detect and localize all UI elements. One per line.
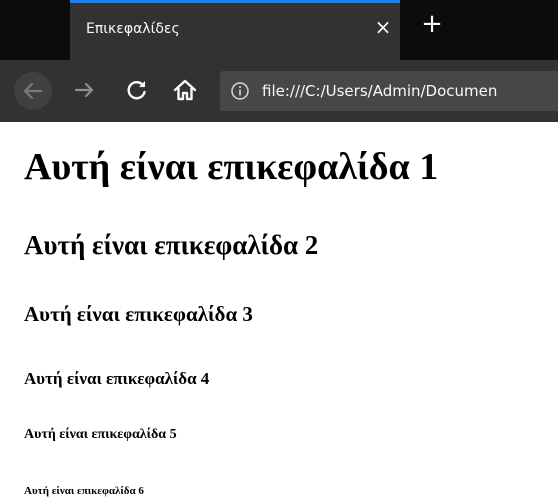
browser-window: Επικεφαλίδες × + file:///C:/Users/Admin/… [0,0,558,500]
arrow-right-icon [74,82,94,98]
forward-button[interactable] [70,75,100,105]
home-icon [173,79,197,101]
new-tab-button[interactable]: + [420,10,444,38]
tab-strip: Επικεφαλίδες × + [0,0,558,60]
page-content: Αυτή είναι επικεφαλίδα 1 Αυτή είναι επικ… [0,122,558,500]
navigation-toolbar: file:///C:/Users/Admin/Documen [0,60,558,122]
url-text[interactable]: file:///C:/Users/Admin/Documen [262,81,497,101]
heading-5: Αυτή είναι επικεφαλίδα 5 [24,427,177,442]
heading-1: Αυτή είναι επικεφαλίδα 1 [24,146,439,188]
arrow-left-icon [23,82,43,100]
tab-title: Επικεφαλίδες [86,21,180,37]
heading-4: Αυτή είναι επικεφαλίδα 4 [24,369,210,388]
info-icon[interactable] [230,81,250,101]
tab-active[interactable]: Επικεφαλίδες × [70,0,400,60]
home-button[interactable] [170,75,200,105]
heading-2: Αυτή είναι επικεφαλίδα 2 [24,230,319,260]
heading-3: Αυτή είναι επικεφαλίδα 3 [24,302,253,326]
heading-6: Αυτή είναι επικεφαλίδα 6 [24,485,144,497]
url-bar[interactable]: file:///C:/Users/Admin/Documen [220,71,558,111]
tab-close-icon[interactable]: × [373,17,393,37]
reload-icon [127,81,146,100]
back-button[interactable] [14,72,52,110]
reload-button[interactable] [122,75,152,105]
